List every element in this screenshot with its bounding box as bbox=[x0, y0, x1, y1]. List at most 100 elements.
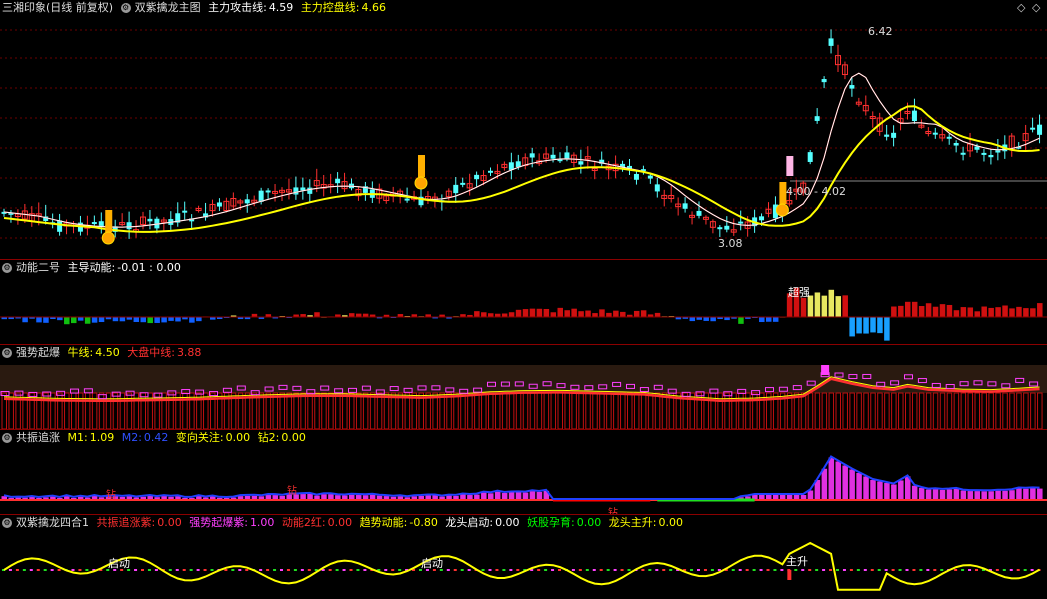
volume-bar bbox=[494, 392, 501, 429]
diamond-marker: 钻 bbox=[106, 490, 116, 501]
resonance-pane[interactable]: ⚙ 共振追涨 M1: 1.09 M2: 0.42 变向关注: 0.00 钻2: 0.00 … bbox=[0, 430, 1047, 514]
volume-bar bbox=[647, 392, 654, 429]
indicator-name[interactable]: 双紫擒龙主图 bbox=[135, 1, 201, 14]
signal-dot bbox=[189, 569, 193, 571]
breakout-header: ⚙ 强势起爆 牛线: 4.50 大盘中线: 3.88 bbox=[2, 345, 205, 361]
signal-dot bbox=[516, 569, 520, 571]
indicator-settings-icon[interactable]: ⚙ bbox=[2, 263, 12, 273]
combo-pane[interactable]: ⚙ 双紫擒龙四合1 共振追涨紫: 0.00 强势起爆紫: 1.00 动能2红: 0.00… bbox=[0, 515, 1047, 599]
volume-bar bbox=[974, 392, 980, 429]
resonance-bar bbox=[835, 461, 841, 500]
resonance-bar bbox=[911, 485, 918, 500]
resonance-bar bbox=[529, 491, 536, 500]
candle-body bbox=[147, 218, 153, 222]
candle-body bbox=[57, 220, 63, 232]
momentum-bar bbox=[981, 306, 987, 317]
pane4-name[interactable]: 共振追涨 bbox=[16, 431, 60, 444]
pane5-name[interactable]: 双紫擒龙四合1 bbox=[16, 516, 89, 529]
pane2-value-label: 主导动能: bbox=[67, 261, 116, 274]
momentum-bar bbox=[974, 311, 980, 317]
candle-body bbox=[404, 198, 410, 201]
pane5-value-4: 0.00 bbox=[495, 516, 520, 529]
pane4-value-2-label: 变向关注: bbox=[175, 431, 224, 444]
signal-dot bbox=[578, 569, 582, 571]
momentum-pane[interactable]: ⚙ 动能二号 主导动能: -0.01 : 0.00 超强 bbox=[0, 260, 1047, 344]
resonance-bar bbox=[849, 469, 855, 500]
momentum-bar bbox=[355, 313, 362, 317]
signal-dot bbox=[203, 569, 207, 571]
volume-bar bbox=[286, 392, 292, 429]
resonance-bar bbox=[953, 488, 960, 500]
momentum-bar bbox=[842, 295, 848, 317]
indicator-settings-icon[interactable]: ⚙ bbox=[120, 3, 131, 13]
momentum-bar bbox=[564, 310, 570, 317]
resonance-bar bbox=[828, 457, 835, 500]
signal-dot bbox=[627, 569, 631, 571]
candle-body bbox=[696, 210, 702, 216]
volume-bar bbox=[488, 392, 494, 429]
momentum-bar bbox=[633, 310, 640, 317]
signal-dot bbox=[822, 569, 826, 571]
momentum-bar bbox=[43, 317, 49, 323]
stock-title[interactable]: 三湘印象(日线 前复权) bbox=[2, 1, 113, 14]
scroll-left-icon[interactable]: ◇ bbox=[1017, 1, 1025, 14]
super-strong-label: 超强 bbox=[788, 286, 810, 299]
resonance-bar bbox=[918, 487, 925, 500]
momentum-bar bbox=[119, 317, 126, 322]
pane5-value-0: 0.00 bbox=[157, 516, 182, 529]
candlestick-chart[interactable] bbox=[0, 0, 1047, 259]
pane4-value-0: 1.09 bbox=[89, 431, 115, 444]
indicator-settings-icon[interactable]: ⚙ bbox=[2, 348, 12, 358]
signal-dot bbox=[613, 569, 617, 571]
momentum-bar bbox=[884, 317, 890, 341]
momentum-bar bbox=[22, 317, 28, 323]
momentum-bar bbox=[154, 317, 160, 323]
momentum-bar bbox=[599, 309, 605, 317]
momentum-bar bbox=[849, 317, 855, 337]
scroll-right-icon[interactable]: ◇ bbox=[1032, 1, 1040, 14]
signal-dot bbox=[134, 569, 138, 571]
breakout-pane[interactable]: ⚙ 强势起爆 牛线: 4.50 大盘中线: 3.88 bbox=[0, 345, 1047, 429]
pane5-value-2-label: 动能2红: bbox=[281, 516, 326, 529]
momentum-bar bbox=[988, 307, 994, 317]
main-chart-pane[interactable]: 三湘印象(日线 前复权) ⚙ 双紫擒龙主图 主力攻击线: 4.59 主力控盘线: 4.… bbox=[0, 0, 1047, 259]
signal-dot bbox=[745, 569, 749, 571]
pane5-value-4-label: 龙头启动: bbox=[445, 516, 494, 529]
signal-dot bbox=[648, 569, 652, 571]
pane3-value-0: 4.50 bbox=[95, 346, 120, 359]
candle-body bbox=[98, 221, 104, 227]
signal-dot bbox=[884, 569, 888, 571]
signal-dot bbox=[919, 569, 923, 571]
main-value-0-label: 主力攻击线: bbox=[208, 1, 267, 14]
pane3-name[interactable]: 强势起爆 bbox=[16, 346, 60, 359]
volume-bar bbox=[960, 392, 967, 429]
indicator-settings-icon[interactable]: ⚙ bbox=[2, 518, 12, 528]
momentum-bar bbox=[870, 317, 876, 333]
volume-bar bbox=[307, 392, 313, 429]
resonance-bar bbox=[946, 489, 953, 500]
volume-bar bbox=[564, 392, 570, 429]
resonance-bar bbox=[821, 468, 828, 500]
short-ma-line bbox=[3, 72, 1040, 228]
resonance-bar bbox=[522, 492, 529, 500]
buy-signal-icon bbox=[101, 231, 115, 245]
indicator-settings-icon[interactable]: ⚙ bbox=[2, 433, 12, 443]
volume-bar bbox=[877, 392, 883, 429]
momentum-bar bbox=[863, 317, 869, 334]
momentum-bar bbox=[1037, 303, 1043, 317]
volume-bar bbox=[578, 392, 584, 429]
volume-bar bbox=[821, 392, 828, 429]
signal-dot bbox=[1023, 569, 1027, 571]
signal-dot bbox=[147, 569, 151, 571]
volume-bar bbox=[376, 392, 383, 429]
candle-body bbox=[91, 222, 97, 225]
volume-bar bbox=[793, 392, 800, 429]
resonance-bar bbox=[863, 476, 869, 500]
volume-bar bbox=[640, 392, 647, 429]
volume-bar bbox=[953, 392, 960, 429]
momentum-bar bbox=[1002, 305, 1008, 317]
pane2-name[interactable]: 动能二号 bbox=[16, 261, 60, 274]
signal-dot bbox=[849, 569, 853, 571]
pane4-value-3: 0.00 bbox=[281, 431, 306, 444]
momentum-bar bbox=[91, 317, 98, 323]
